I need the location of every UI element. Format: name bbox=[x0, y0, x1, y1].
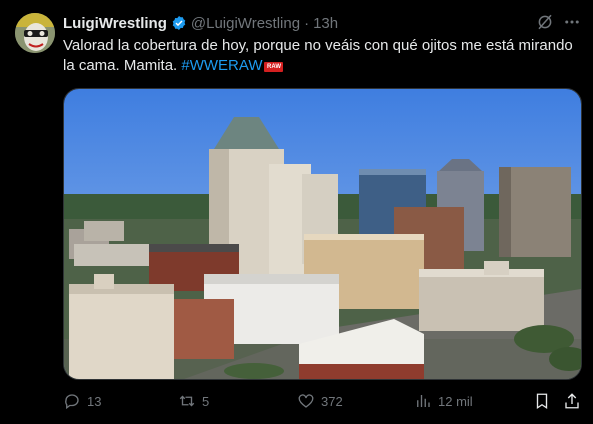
retweet-count: 5 bbox=[202, 393, 210, 409]
action-bar: 13 5 372 12 mil bbox=[63, 390, 583, 412]
heart-icon bbox=[298, 394, 314, 408]
media-image[interactable] bbox=[63, 88, 582, 380]
views-button[interactable]: 12 mil bbox=[414, 390, 473, 412]
views-icon bbox=[417, 395, 430, 407]
avatar-image bbox=[15, 13, 55, 53]
tweet-text: Valorad la cobertura de hoy, porque no v… bbox=[63, 36, 573, 76]
reply-button[interactable]: 13 bbox=[63, 390, 101, 412]
grok-icon[interactable] bbox=[536, 13, 554, 31]
like-button[interactable]: 372 bbox=[297, 390, 343, 412]
bookmark-button[interactable] bbox=[533, 390, 557, 412]
share-icon bbox=[565, 393, 579, 409]
share-button[interactable] bbox=[563, 390, 587, 412]
bookmark-icon bbox=[536, 393, 548, 410]
city-skyline-photo bbox=[64, 89, 581, 379]
like-count: 372 bbox=[321, 393, 343, 409]
tweet-header: LuigiWrestling @LuigiWrestling · 13h bbox=[63, 13, 338, 33]
views-count: 12 mil bbox=[438, 393, 473, 409]
tweet[interactable]: LuigiWrestling @LuigiWrestling · 13h Val… bbox=[0, 0, 593, 424]
more-icon[interactable] bbox=[563, 13, 581, 31]
hashtag-link[interactable]: #WWERAW bbox=[181, 57, 262, 74]
timestamp[interactable]: 13h bbox=[313, 15, 338, 32]
tweet-body: Valorad la cobertura de hoy, porque no v… bbox=[63, 37, 573, 74]
retweet-icon bbox=[179, 395, 195, 407]
reply-count: 13 bbox=[87, 393, 102, 409]
separator-dot: · bbox=[304, 14, 310, 32]
retweet-button[interactable]: 5 bbox=[178, 390, 209, 412]
display-name[interactable]: LuigiWrestling bbox=[63, 15, 167, 32]
hashflag-icon: RAW bbox=[264, 62, 284, 72]
verified-badge-icon bbox=[172, 16, 186, 30]
handle[interactable]: @LuigiWrestling bbox=[191, 15, 300, 32]
reply-icon bbox=[65, 394, 79, 410]
avatar[interactable] bbox=[15, 13, 55, 53]
